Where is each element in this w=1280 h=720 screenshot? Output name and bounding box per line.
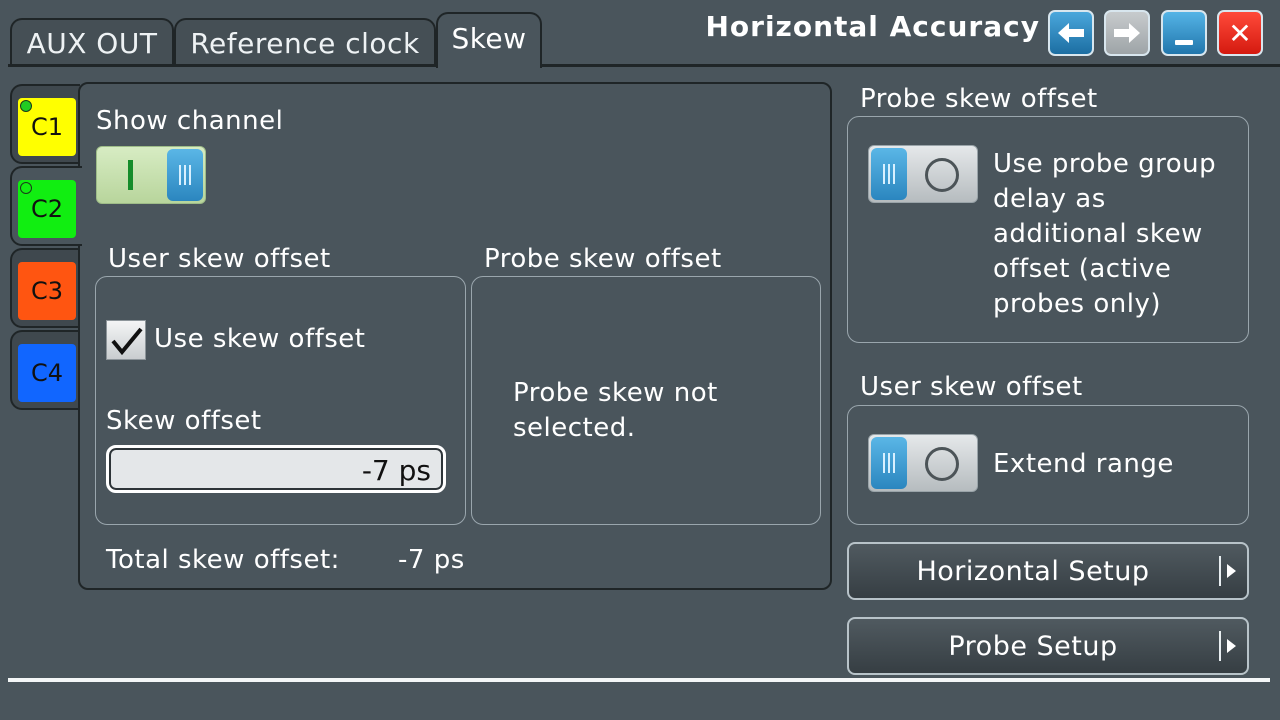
probe-group-delay-toggle[interactable]	[868, 145, 978, 203]
tab-baseline-cover	[438, 63, 540, 68]
extend-range-label: Extend range	[993, 449, 1174, 479]
extend-range-toggle[interactable]	[868, 434, 978, 492]
button-separator	[1219, 556, 1221, 586]
total-skew-offset-value: -7 ps	[398, 545, 465, 575]
toggle-off-mark	[925, 447, 959, 481]
probe-skew-message-line1: Probe skew not	[513, 378, 718, 408]
arrow-left-icon	[1058, 23, 1084, 43]
channel-chip-c4: C4	[18, 344, 76, 402]
forward-button[interactable]	[1104, 10, 1150, 56]
user-skew-offset-title: User skew offset	[108, 244, 331, 274]
channel-tab-c3[interactable]: C3	[10, 248, 80, 328]
arrow-right-icon	[1114, 23, 1140, 43]
channel-c1-label: C1	[30, 113, 64, 141]
back-button[interactable]	[1048, 10, 1094, 56]
right-user-skew-title: User skew offset	[860, 372, 1083, 402]
button-separator	[1219, 631, 1221, 661]
use-skew-offset-checkbox[interactable]	[106, 320, 146, 360]
probe-group-delay-line4: offset (active	[993, 254, 1172, 284]
probe-group-delay-line3: additional skew	[993, 219, 1203, 249]
probe-setup-button[interactable]: Probe Setup	[847, 617, 1249, 675]
toggle-on-mark	[128, 160, 133, 190]
toggle-knob	[871, 437, 907, 489]
probe-setup-label: Probe Setup	[948, 631, 1118, 662]
horizontal-setup-label: Horizontal Setup	[916, 556, 1150, 587]
submenu-arrow-icon	[1227, 564, 1236, 578]
close-button[interactable]: ✕	[1217, 10, 1263, 56]
probe-skew-message-line2: selected.	[513, 413, 636, 443]
total-skew-offset-label: Total skew offset:	[106, 545, 340, 575]
toggle-knob	[871, 148, 907, 200]
channel-tab-c4[interactable]: C4	[10, 330, 80, 410]
dialog-title: Horizontal Accuracy	[705, 10, 1040, 43]
channel-c3-label: C3	[30, 277, 64, 305]
bottom-divider	[8, 678, 1270, 682]
minimize-icon	[1175, 39, 1193, 45]
toggle-off-mark	[925, 158, 959, 192]
tab-reference-clock[interactable]: Reference clock	[174, 18, 436, 66]
skew-offset-input[interactable]: -7 ps	[106, 445, 446, 493]
channel-tab-c1[interactable]: C1	[10, 84, 80, 164]
tab-skew[interactable]: Skew	[436, 12, 542, 68]
horizontal-setup-button[interactable]: Horizontal Setup	[847, 542, 1249, 600]
probe-group-delay-line1: Use probe group	[993, 149, 1217, 179]
tab-baseline	[8, 64, 1280, 67]
show-channel-toggle[interactable]	[96, 146, 206, 204]
channel-c4-label: C4	[30, 359, 64, 387]
right-probe-skew-title: Probe skew offset	[860, 84, 1098, 114]
submenu-arrow-icon	[1227, 639, 1236, 653]
checkmark-icon	[111, 327, 143, 356]
show-channel-label: Show channel	[96, 106, 284, 136]
skew-offset-label: Skew offset	[106, 406, 262, 436]
tab-aux-out[interactable]: AUX OUT	[10, 18, 174, 66]
tab-skew-label: Skew	[451, 22, 527, 55]
channel-tab-c2[interactable]: C2	[10, 166, 82, 246]
close-icon: ✕	[1228, 16, 1252, 50]
channel-chip-c3: C3	[18, 262, 76, 320]
use-skew-offset-label[interactable]: Use skew offset	[154, 324, 366, 354]
toggle-knob	[167, 149, 203, 201]
channel-active-dot	[20, 100, 32, 112]
minimize-button[interactable]	[1161, 10, 1207, 56]
probe-group-delay-line5: probes only)	[993, 289, 1161, 319]
channel-active-dot	[20, 182, 32, 194]
channel-c2-label: C2	[30, 195, 64, 223]
tab-reference-clock-label: Reference clock	[190, 26, 420, 60]
probe-skew-offset-title: Probe skew offset	[484, 244, 722, 274]
tab-aux-out-label: AUX OUT	[26, 26, 158, 60]
probe-group-delay-line2: delay as	[993, 184, 1106, 214]
